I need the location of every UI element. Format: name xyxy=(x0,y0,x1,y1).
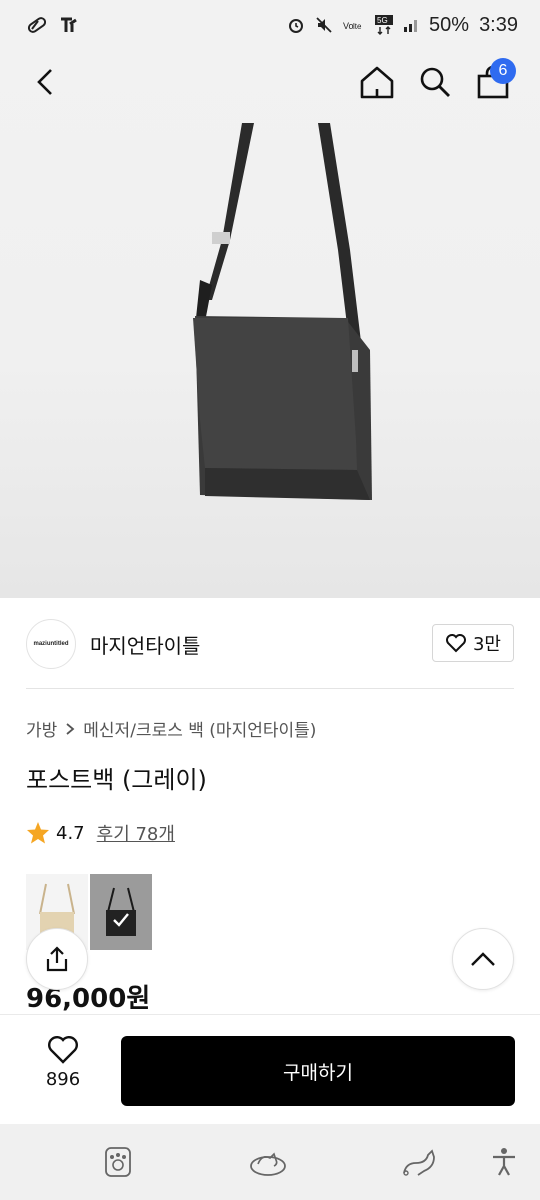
battery-percent: 50% xyxy=(429,13,470,36)
cat-bed-icon[interactable] xyxy=(246,1140,290,1184)
alarm-icon xyxy=(287,16,305,34)
cart-count-badge: 6 xyxy=(490,58,516,84)
rating-row: 4.7 후기 78개 xyxy=(26,820,175,846)
signal-icon xyxy=(403,17,419,33)
heart-icon xyxy=(48,1036,78,1064)
paw-icon[interactable] xyxy=(96,1140,140,1184)
gray-bag-thumbnail xyxy=(106,887,136,936)
brand-name[interactable]: 마지언타이틀 xyxy=(90,630,200,659)
chevron-left-icon xyxy=(37,69,52,95)
volte-icon: Vo lte xyxy=(343,18,365,32)
cat-stretch-icon[interactable] xyxy=(396,1140,440,1184)
review-link[interactable]: 후기 78개 xyxy=(97,820,175,846)
share-icon xyxy=(46,946,68,972)
star-icon xyxy=(27,822,49,844)
scroll-top-button[interactable] xyxy=(452,928,514,990)
divider xyxy=(26,688,514,689)
svg-text:5G: 5G xyxy=(377,16,388,25)
network-5g-icon: 5G xyxy=(375,15,394,35)
buy-button[interactable]: 구매하기 xyxy=(121,1036,515,1106)
mute-icon xyxy=(315,16,333,34)
brand-logo[interactable]: maziuntitled xyxy=(26,619,76,669)
system-nav-bar xyxy=(0,1124,540,1200)
svg-text:lte: lte xyxy=(353,22,362,31)
breadcrumb: 가방 메신저/크로스 백 (마지언타이틀) xyxy=(26,716,316,741)
status-right: Vo lte 5G 50% 3:39 xyxy=(287,14,518,37)
breadcrumb-subcategory[interactable]: 메신저/크로스 백 (마지언타이틀) xyxy=(83,716,316,741)
pill-icon xyxy=(26,14,48,36)
search-icon xyxy=(420,67,450,97)
status-bar: Vo lte 5G 50% 3:39 xyxy=(0,0,540,50)
wishlist-count: 896 xyxy=(45,1069,81,1090)
back-button[interactable] xyxy=(20,54,70,110)
bottom-buy-bar: 896 구매하기 xyxy=(0,1014,540,1124)
brand-like-count: 3만 xyxy=(472,634,501,655)
share-button[interactable] xyxy=(26,928,88,990)
brand-like-button[interactable]: 3만 xyxy=(431,624,514,662)
svg-text:Vo: Vo xyxy=(343,21,354,31)
rating-value: 4.7 xyxy=(56,822,85,844)
product-title: 포스트백 (그레이) xyxy=(26,766,207,794)
chevron-up-icon xyxy=(471,952,495,966)
heart-icon xyxy=(445,634,466,653)
breadcrumb-category[interactable]: 가방 xyxy=(26,716,57,741)
status-left xyxy=(26,14,80,36)
wishlist-button[interactable]: 896 xyxy=(30,1035,96,1115)
accessibility-icon[interactable] xyxy=(482,1140,526,1184)
brand-row[interactable]: maziuntitled 마지언타이틀 3만 xyxy=(0,598,540,690)
clock: 3:39 xyxy=(479,13,518,36)
chevron-right-icon xyxy=(66,722,75,735)
search-button[interactable] xyxy=(410,54,460,110)
app-notification-icon xyxy=(58,14,80,36)
home-button[interactable] xyxy=(352,54,402,110)
top-nav: 6 xyxy=(0,54,540,110)
home-icon xyxy=(360,66,394,99)
color-option-gray[interactable] xyxy=(90,874,152,950)
cart-button[interactable]: 6 xyxy=(468,54,518,110)
